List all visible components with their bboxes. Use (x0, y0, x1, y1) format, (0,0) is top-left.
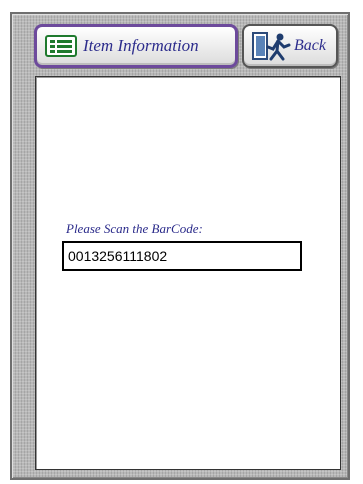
scan-barcode-label: Please Scan the BarCode: (66, 221, 203, 236)
item-information-button[interactable]: Item Information (34, 24, 238, 68)
back-label: Back (294, 37, 326, 54)
device-frame: Item Information Back Please Scan the Ba… (10, 12, 350, 480)
content-panel: Please Scan the BarCode: (35, 76, 341, 470)
exit-door-icon (250, 29, 292, 63)
item-information-label: Item Information (83, 36, 199, 55)
barcode-input[interactable] (62, 241, 302, 271)
back-button[interactable]: Back (242, 24, 338, 68)
list-icon (45, 35, 77, 57)
